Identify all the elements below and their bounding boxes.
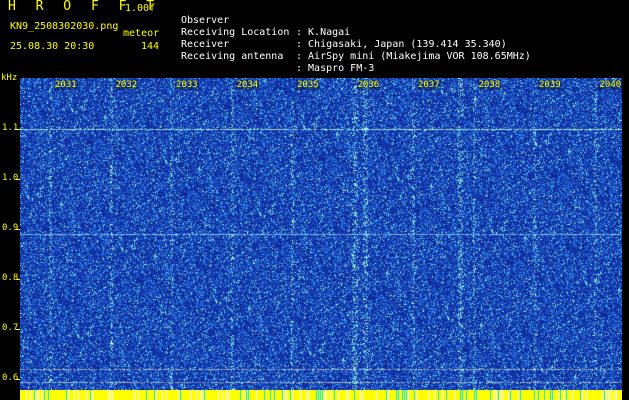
time-tick-label: 2038 (477, 80, 502, 90)
info-label: Receiving antenna (181, 51, 284, 62)
freq-tick-label: 0.7 (2, 323, 19, 333)
version-label: 1.00f (125, 3, 156, 14)
info-value: : AirSpy mini (Miakejima VOR 108.65MHz) (296, 51, 531, 62)
frequency-axis: 1.1 1.0 0.9 0.8 0.7 0.6 (0, 76, 20, 400)
file-name: KN9_2508302030.png (10, 21, 119, 32)
time-tick-label: 2033 (175, 80, 199, 90)
time-tick-label: 2031 (54, 80, 78, 90)
time-tick-label: 2039 (538, 80, 562, 90)
freq-tick-label: 0.8 (2, 273, 19, 283)
time-tick-label: 2035 (296, 80, 320, 90)
freq-tick-label: 0.6 (2, 373, 19, 383)
meteor-count: 144 (141, 41, 160, 52)
info-value: : Maspro FM-3 (296, 63, 375, 74)
frequency-unit: kHz (1, 73, 18, 83)
date-time: 25.08.30 20:30 (10, 41, 95, 52)
time-tick-label: 2032 (114, 80, 139, 90)
freq-tick-label: 0.9 (2, 223, 19, 233)
time-tick-label: 2037 (417, 80, 441, 90)
spectrogram-plot[interactable] (20, 78, 622, 390)
meteor-label: meteor (123, 28, 160, 39)
time-tick-label: 2040 (598, 80, 623, 90)
time-tick-label: 2034 (235, 80, 260, 90)
time-tick-label: 2036 (356, 80, 381, 90)
freq-tick-label: 1.0 (2, 173, 19, 183)
header-panel: H R O F F T 1.00f KN9_2508302030.png met… (0, 0, 629, 76)
info-value: : Chigasaki, Japan (139.414 35.340) (296, 39, 507, 50)
freq-tick-label: 1.1 (2, 123, 19, 133)
meteor-detection-bar (20, 390, 622, 400)
info-value: : K.Nagai (296, 27, 351, 38)
